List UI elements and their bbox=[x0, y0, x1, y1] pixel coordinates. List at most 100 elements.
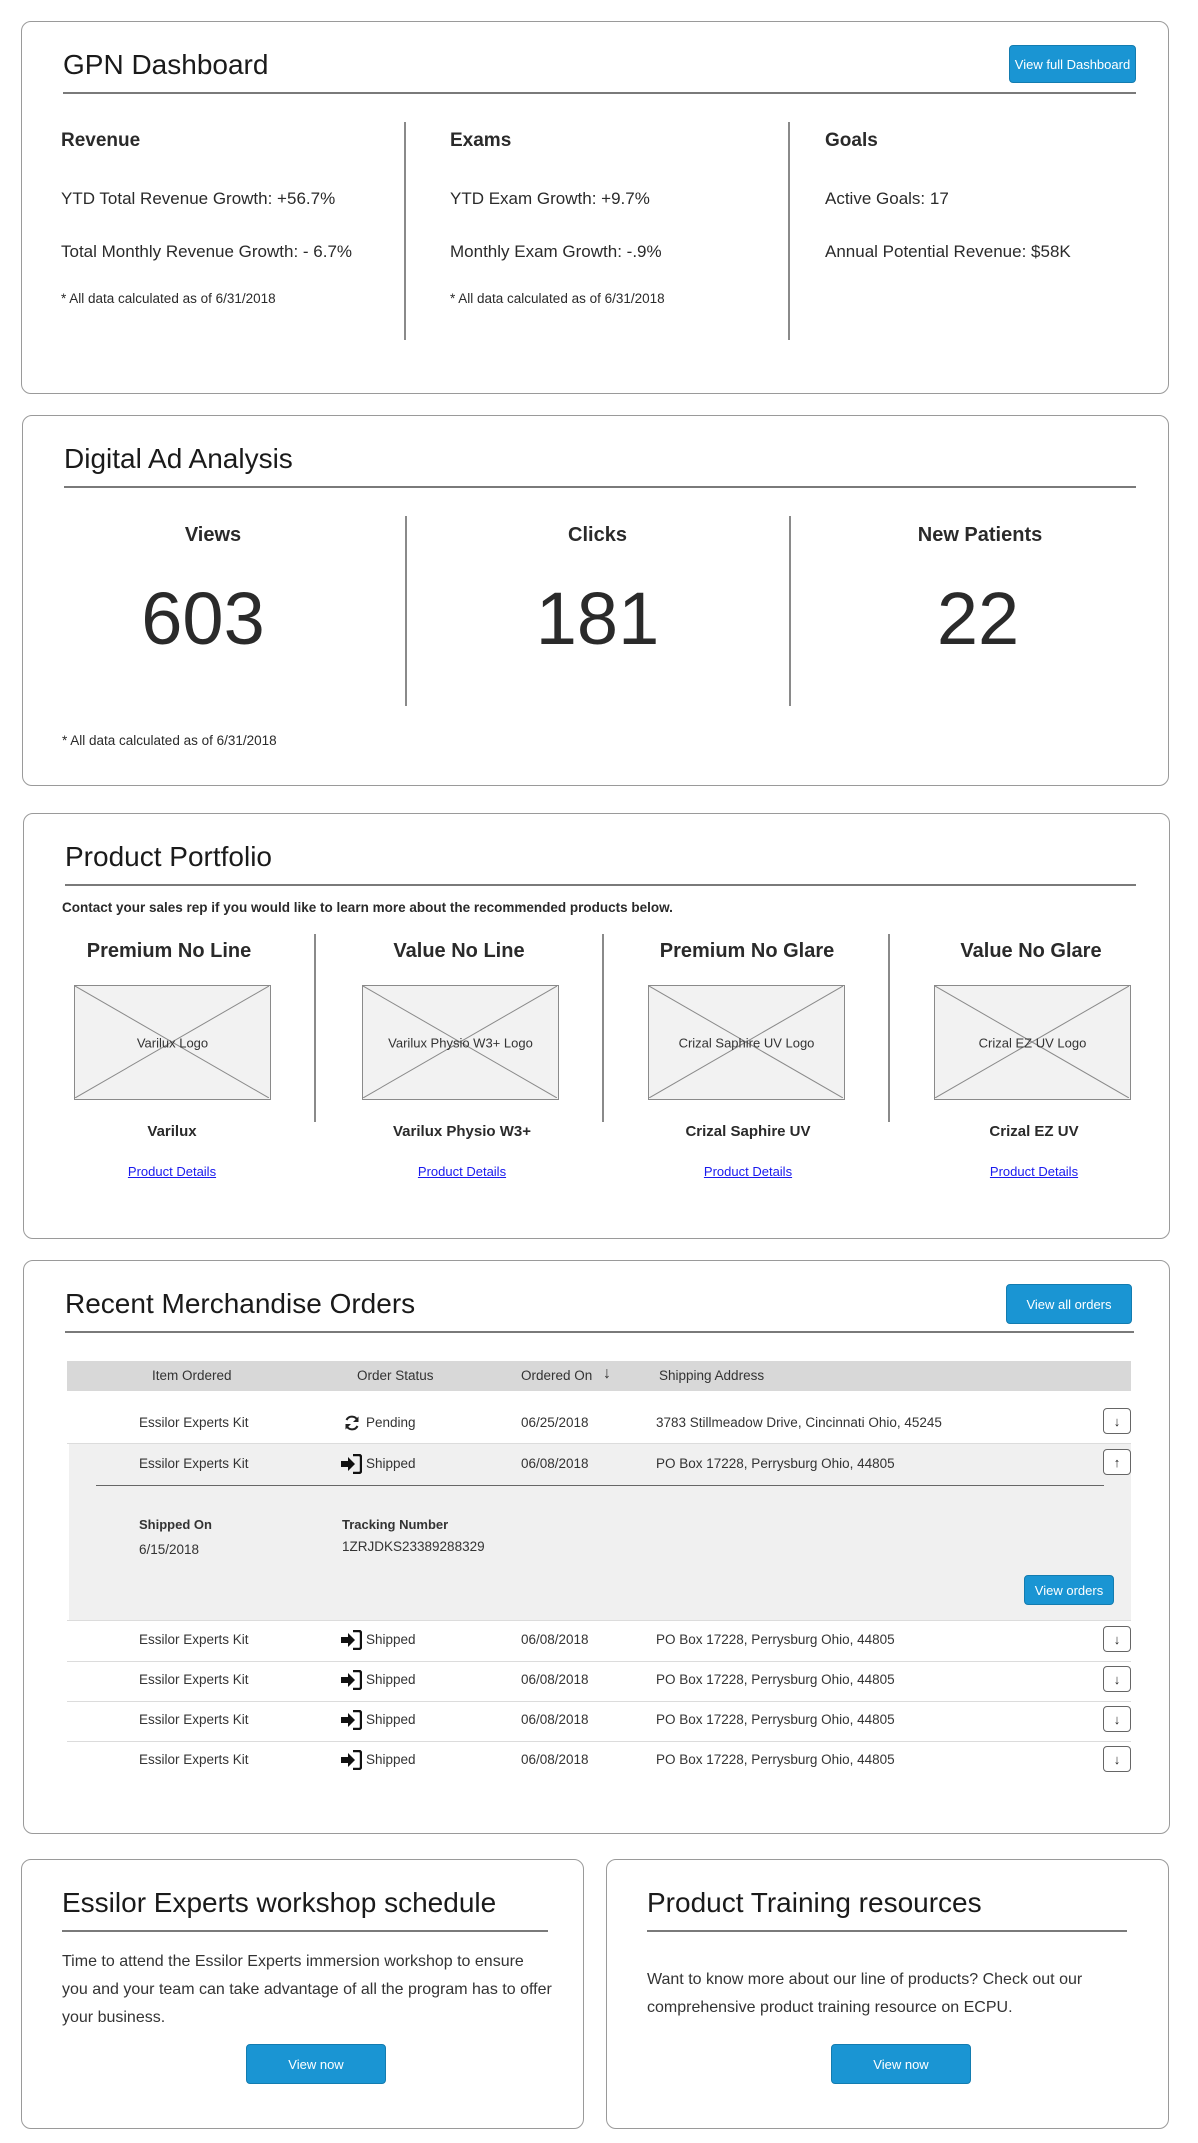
gpn-dashboard-card: GPN Dashboard View full Dashboard Revenu… bbox=[21, 21, 1169, 394]
training-description: Want to know more about our line of prod… bbox=[647, 1971, 1083, 2016]
row-address: PO Box 17228, Perrysburg Ohio, 44805 bbox=[656, 1712, 895, 1727]
row-item: Essilor Experts Kit bbox=[139, 1456, 249, 1471]
row-status: Shipped bbox=[366, 1456, 416, 1471]
gpn-dashboard-title: GPN Dashboard bbox=[63, 49, 269, 80]
table-row[interactable]: Essilor Experts Kit Shipped 06/08/2018 P… bbox=[67, 1704, 1131, 1744]
collapse-row-button[interactable]: ↑ bbox=[1103, 1449, 1131, 1475]
table-row[interactable]: Essilor Experts Kit Pending 06/25/2018 3… bbox=[67, 1403, 1131, 1443]
row-separator bbox=[67, 1620, 1131, 1621]
row-date: 06/08/2018 bbox=[521, 1632, 589, 1647]
row-address: PO Box 17228, Perrysburg Ohio, 44805 bbox=[656, 1456, 895, 1471]
gpn-divider-2 bbox=[788, 122, 790, 340]
gpn-title-divider bbox=[63, 92, 1136, 94]
tracking-number-value[interactable]: 1ZRJDKS23389288329 bbox=[342, 1539, 485, 1554]
sign-in-icon bbox=[341, 1670, 362, 1690]
row-item: Essilor Experts Kit bbox=[139, 1632, 249, 1647]
product-name-varilux-physio: Varilux Physio W3+ bbox=[393, 1123, 531, 1140]
crizal-ez-logo-placeholder: Crizal EZ UV Logo bbox=[934, 985, 1131, 1100]
product-name-crizal-ez: Crizal EZ UV bbox=[989, 1123, 1079, 1140]
row-status: Shipped bbox=[366, 1712, 416, 1727]
clicks-label: Clicks bbox=[568, 524, 627, 546]
workshop-description: Time to attend the Essilor Experts immer… bbox=[62, 1953, 552, 2026]
row-date: 06/08/2018 bbox=[521, 1752, 589, 1767]
row-separator bbox=[67, 1701, 1131, 1702]
product-details-link-crizal-ez[interactable]: Product Details bbox=[926, 1164, 1142, 1179]
sign-in-icon bbox=[341, 1630, 362, 1650]
shipped-on-label: Shipped On bbox=[139, 1517, 212, 1532]
expand-row-button[interactable]: ↓ bbox=[1103, 1626, 1131, 1652]
table-row-expanded[interactable]: Essilor Experts Kit Shipped 06/08/2018 P… bbox=[67, 1444, 1131, 1484]
logo-placeholder-label: Crizal EZ UV Logo bbox=[978, 1035, 1087, 1050]
sign-in-icon bbox=[341, 1750, 362, 1770]
varilux-logo-placeholder: Varilux Logo bbox=[74, 985, 271, 1100]
revenue-data-note: * All data calculated as of 6/31/2018 bbox=[61, 291, 276, 306]
crizal-saphire-logo-placeholder: Crizal Saphire UV Logo bbox=[648, 985, 845, 1100]
tracking-number-label: Tracking Number bbox=[342, 1517, 449, 1532]
expand-row-button[interactable]: ↓ bbox=[1103, 1746, 1131, 1772]
sort-down-arrow-icon[interactable]: ↓ bbox=[603, 1365, 611, 1383]
product-details-link-crizal-saphire[interactable]: Product Details bbox=[640, 1164, 856, 1179]
recent-orders-title: Recent Merchandise Orders bbox=[65, 1288, 416, 1319]
expand-row-button[interactable]: ↓ bbox=[1103, 1706, 1131, 1732]
column-order-status: Order Status bbox=[357, 1368, 434, 1383]
column-ordered-on[interactable]: Ordered On bbox=[521, 1368, 592, 1383]
row-separator bbox=[67, 1661, 1131, 1662]
portfolio-divider-2 bbox=[602, 934, 604, 1122]
table-row[interactable]: Essilor Experts Kit Shipped 06/08/2018 P… bbox=[67, 1624, 1131, 1664]
sign-in-icon bbox=[341, 1710, 362, 1730]
row-item: Essilor Experts Kit bbox=[139, 1415, 249, 1430]
product-details-link-varilux[interactable]: Product Details bbox=[64, 1164, 280, 1179]
expand-row-button[interactable]: ↓ bbox=[1103, 1408, 1131, 1434]
row-address: PO Box 17228, Perrysburg Ohio, 44805 bbox=[656, 1632, 895, 1647]
view-full-dashboard-button[interactable]: View full Dashboard bbox=[1009, 45, 1136, 83]
ytd-exam-growth: YTD Exam Growth: +9.7% bbox=[450, 189, 650, 208]
row-separator bbox=[67, 1741, 1131, 1742]
revenue-heading: Revenue bbox=[61, 130, 141, 151]
product-category-premium-no-glare: Premium No Glare bbox=[659, 940, 835, 962]
workshop-view-now-button[interactable]: View now bbox=[246, 2044, 386, 2084]
monthly-revenue-growth: Total Monthly Revenue Growth: - 6.7% bbox=[61, 242, 353, 261]
new-patients-value: 22 bbox=[936, 577, 1020, 660]
digital-ad-title-divider bbox=[64, 486, 1136, 488]
row-item: Essilor Experts Kit bbox=[139, 1752, 249, 1767]
orders-table-header: Item Ordered Order Status Ordered On ↓ S… bbox=[67, 1361, 1131, 1391]
row-address: PO Box 17228, Perrysburg Ohio, 44805 bbox=[656, 1672, 895, 1687]
row-date: 06/08/2018 bbox=[521, 1712, 589, 1727]
ytd-revenue-growth: YTD Total Revenue Growth: +56.7% bbox=[61, 189, 336, 208]
product-details-link-varilux-physio[interactable]: Product Details bbox=[354, 1164, 570, 1179]
orders-title-divider bbox=[65, 1331, 1134, 1333]
exams-heading: Exams bbox=[450, 130, 512, 151]
expand-row-button[interactable]: ↓ bbox=[1103, 1666, 1131, 1692]
row-status: Shipped bbox=[366, 1672, 416, 1687]
row-address: PO Box 17228, Perrysburg Ohio, 44805 bbox=[656, 1752, 895, 1767]
row-item: Essilor Experts Kit bbox=[139, 1712, 249, 1727]
row-status: Shipped bbox=[366, 1632, 416, 1647]
training-view-now-button[interactable]: View now bbox=[831, 2044, 971, 2084]
views-label: Views bbox=[184, 524, 242, 546]
product-portfolio-title: Product Portfolio bbox=[65, 841, 272, 872]
new-patients-label: New Patients bbox=[917, 524, 1043, 546]
workshop-title: Essilor Experts workshop schedule bbox=[62, 1887, 497, 1918]
gpn-divider-1 bbox=[404, 122, 406, 340]
logo-placeholder-label: Varilux Logo bbox=[136, 1035, 209, 1050]
exams-data-note: * All data calculated as of 6/31/2018 bbox=[450, 291, 665, 306]
row-date: 06/08/2018 bbox=[521, 1672, 589, 1687]
portfolio-divider-1 bbox=[314, 934, 316, 1122]
clicks-value: 181 bbox=[535, 577, 660, 660]
portfolio-subtitle: Contact your sales rep if you would like… bbox=[62, 900, 673, 915]
goals-heading: Goals bbox=[825, 130, 878, 151]
view-all-orders-button[interactable]: View all orders bbox=[1006, 1284, 1132, 1324]
row-status: Pending bbox=[366, 1415, 416, 1430]
recent-orders-card: Recent Merchandise Orders View all order… bbox=[23, 1260, 1170, 1834]
product-category-value-no-line: Value No Line bbox=[393, 940, 525, 962]
product-portfolio-card: Product Portfolio Contact your sales rep… bbox=[23, 813, 1170, 1239]
refresh-icon bbox=[345, 1415, 359, 1431]
workshop-title-divider bbox=[62, 1930, 548, 1932]
table-row[interactable]: Essilor Experts Kit Shipped 06/08/2018 P… bbox=[67, 1664, 1131, 1704]
column-shipping-address: Shipping Address bbox=[659, 1368, 765, 1383]
views-value: 603 bbox=[141, 577, 265, 660]
product-category-premium-no-line: Premium No Line bbox=[86, 940, 252, 962]
table-row[interactable]: Essilor Experts Kit Shipped 06/08/2018 P… bbox=[67, 1744, 1131, 1784]
row-address: 3783 Stillmeadow Drive, Cincinnati Ohio,… bbox=[656, 1415, 942, 1430]
view-orders-button[interactable]: View orders bbox=[1024, 1575, 1114, 1605]
